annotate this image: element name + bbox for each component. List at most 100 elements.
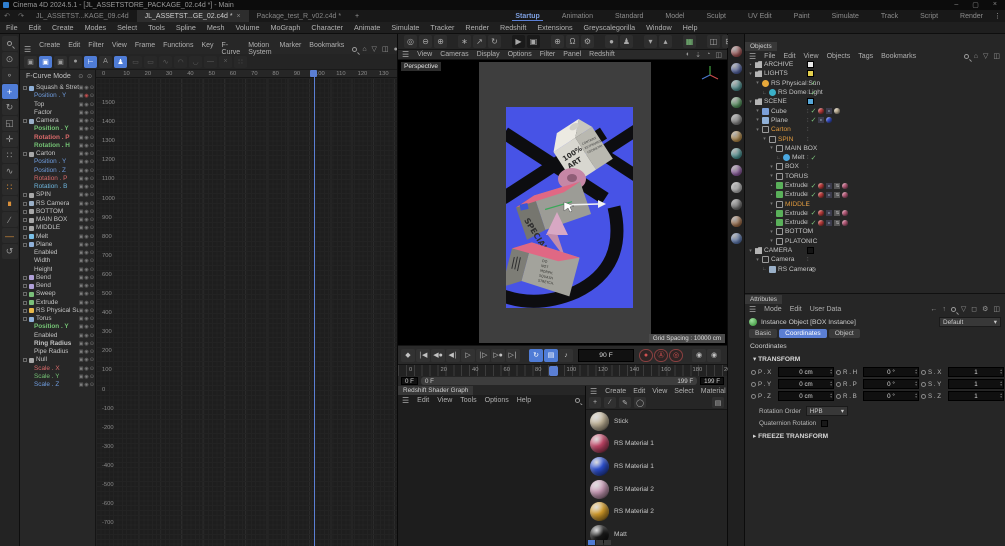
rotate-tool[interactable]: ↻ (1, 100, 18, 115)
track-toggle-icon[interactable]: ▣ (79, 92, 84, 100)
visibility-dots[interactable]: ∶ (807, 126, 809, 133)
tree-row-controls[interactable]: ∶ ✓ (807, 89, 816, 97)
timeline-menu-motion-system[interactable]: Motion System (248, 42, 271, 56)
tree-row-spin[interactable]: ▾ SPIN ∶ (745, 134, 1005, 143)
snap-keys-button[interactable]: ∷ (234, 55, 247, 68)
record-off-icon[interactable]: ⊖ (419, 35, 432, 48)
menu-edit[interactable]: Edit (29, 23, 41, 32)
menu-extensions[interactable]: Extensions (537, 23, 572, 32)
expand-icon[interactable]: ▪ (769, 183, 774, 189)
transform-input[interactable]: 0 ° ▴ ▾ (863, 379, 919, 389)
track-toggle-icon[interactable]: ▣ (79, 125, 84, 133)
viewport-menu-panel[interactable]: Panel (563, 51, 581, 58)
tree-row-controls[interactable]: ∶ (807, 145, 809, 152)
close-tab-icon[interactable]: × (237, 13, 241, 20)
tree-row-controls[interactable] (807, 61, 814, 69)
track-toggle-icon[interactable]: ◉ (84, 356, 88, 364)
find-tool[interactable] (1, 36, 18, 51)
document-tab-1[interactable]: JL_ASSETST...GE_02.c4d * × (136, 10, 249, 22)
tree-row-rs-dome-light[interactable]: ∟ RS Dome Light ∶ ✓ (745, 88, 1005, 97)
track-toggle-icon[interactable]: ▣ (79, 257, 84, 265)
track-row-carton[interactable]: Carton ▣ ◉ ⊙ (20, 150, 95, 158)
spinner-icon[interactable]: ▴ ▾ (1000, 380, 1002, 388)
track-checkbox[interactable] (23, 152, 27, 157)
menu-greyscalegorilla[interactable]: Greyscalegorilla (584, 23, 636, 32)
track-toggle-icon[interactable]: ◉ (84, 183, 88, 191)
material-item[interactable]: RS Material 2 (586, 478, 727, 501)
viewport-label[interactable]: Perspective (401, 62, 441, 71)
menu-volume[interactable]: Volume (235, 23, 259, 32)
home-icon[interactable]: ⌂ (362, 46, 366, 53)
menu-redshift[interactable]: Redshift (500, 23, 526, 32)
menu-select[interactable]: Select (117, 23, 137, 32)
shader-menu-help[interactable]: Help (517, 397, 531, 404)
timeline-burger-icon[interactable]: ☰ (24, 45, 31, 54)
material-tag[interactable] (834, 108, 841, 115)
track-toggles[interactable]: ▣ ◉ ⊙ (79, 109, 95, 117)
timeline-playhead-handle[interactable] (548, 366, 558, 376)
menu-tools[interactable]: Tools (148, 23, 165, 32)
track-toggle-icon[interactable]: ▣ (79, 332, 84, 340)
spinner-icon[interactable]: ▴ ▾ (1000, 392, 1002, 400)
tree-row-camera[interactable]: ▾ CAMERA (745, 246, 1005, 255)
clone-cubes-tool[interactable]: ∎ (1, 196, 18, 211)
track-toggle-icon[interactable]: ◉ (84, 158, 88, 166)
figure-icon[interactable]: ♟ (620, 35, 633, 48)
key-icons[interactable]: ⊙ ⊙ (78, 70, 95, 84)
track-toggles[interactable]: ▣ ◉ ⊙ (79, 249, 95, 257)
filter-icon[interactable]: ▽ (961, 305, 966, 313)
objects-menu-file[interactable]: File (764, 53, 775, 60)
track-toggles[interactable]: ▣ ◉ ⊙ (79, 340, 95, 348)
track-toggle-icon[interactable]: ⊙ (90, 125, 94, 133)
track-row-rotation-h[interactable]: Rotation . H ▣ ◉ ⊙ (20, 142, 95, 150)
track-toggle-icon[interactable]: ⊙ (90, 208, 94, 216)
tree-row-melt[interactable]: ∟ Melt ∶ ✓ (745, 153, 1005, 162)
track-checkbox[interactable] (23, 292, 27, 297)
layer-color[interactable] (807, 61, 814, 69)
record-rotation-button[interactable]: ◉ (707, 348, 721, 362)
track-checkbox[interactable] (23, 284, 27, 289)
tree-row-extrude[interactable]: ▪ Extrude ∶ ✓ ▸ ⇅ (745, 209, 1005, 218)
track-toggles[interactable]: ▣ ◉ ⊙ (79, 373, 95, 381)
track-toggle-icon[interactable]: ▣ (79, 134, 84, 142)
track-toggle-icon[interactable]: ◉ (84, 200, 88, 208)
track-row-spin[interactable]: SPIN ▣ ◉ ⊙ (20, 191, 95, 199)
material-tag[interactable] (842, 219, 849, 226)
track-toggle-icon[interactable]: ⊙ (90, 290, 94, 298)
track-toggle-icon[interactable]: ▣ (79, 340, 84, 348)
tree-row-lights[interactable]: ▾ LIGHTS (745, 69, 1005, 78)
track-toggles[interactable]: ▣ ◉ ⊙ (79, 332, 95, 340)
tree-row-controls[interactable] (807, 247, 814, 255)
move-tool[interactable]: + (1, 84, 18, 99)
close-button[interactable]: × (993, 1, 997, 9)
track-row-melt[interactable]: Melt ▣ ◉ ⊙ (20, 233, 95, 241)
track-toggle-icon[interactable]: ▣ (79, 307, 84, 315)
track-row-middle[interactable]: MIDDLE ▣ ◉ ⊙ (20, 224, 95, 232)
track-toggles[interactable]: ▣ ◉ ⊙ (79, 92, 95, 100)
visibility-dots[interactable]: ∶ (807, 108, 809, 115)
track-checkbox[interactable] (23, 242, 27, 247)
track-row-bend[interactable]: Bend ▣ ◉ ⊙ (20, 282, 95, 290)
visibility-dots[interactable]: ∶ (807, 201, 809, 208)
track-toggle-icon[interactable]: ◉ (84, 125, 88, 133)
track-row-factor[interactable]: Factor ▣ ◉ ⊙ (20, 109, 95, 117)
goto-start-button[interactable]: ∣◀ (416, 348, 430, 362)
track-toggle-icon[interactable]: ⊙ (90, 175, 94, 183)
autokey-button[interactable]: Ⓐ (654, 348, 668, 362)
enabled-check-icon[interactable]: ✓ (811, 182, 817, 190)
tree-row-controls[interactable]: ∶ ✓ (807, 154, 816, 162)
timeline-menu-marker[interactable]: Marker (280, 42, 302, 56)
track-toggle-icon[interactable]: ⊙ (90, 299, 94, 307)
expand-icon[interactable]: ▾ (762, 136, 767, 142)
track-checkbox[interactable] (23, 300, 27, 305)
new-window-icon[interactable]: ◫ (382, 45, 389, 53)
expand-icon[interactable]: ▾ (748, 248, 753, 254)
track-toggle-icon[interactable]: ⊙ (90, 92, 94, 100)
track-toggles[interactable]: ▣ ◉ ⊙ (79, 101, 95, 109)
track-toggle-icon[interactable]: ◉ (84, 274, 88, 282)
timeline-menu-f-curve[interactable]: F-Curve (222, 42, 241, 56)
track-row-top[interactable]: Top ▣ ◉ ⊙ (20, 101, 95, 109)
snap-icon[interactable]: ∗ (458, 35, 471, 48)
shader-menu-options[interactable]: Options (485, 397, 509, 404)
track-toggles[interactable]: ▣ ◉ ⊙ (79, 84, 95, 92)
